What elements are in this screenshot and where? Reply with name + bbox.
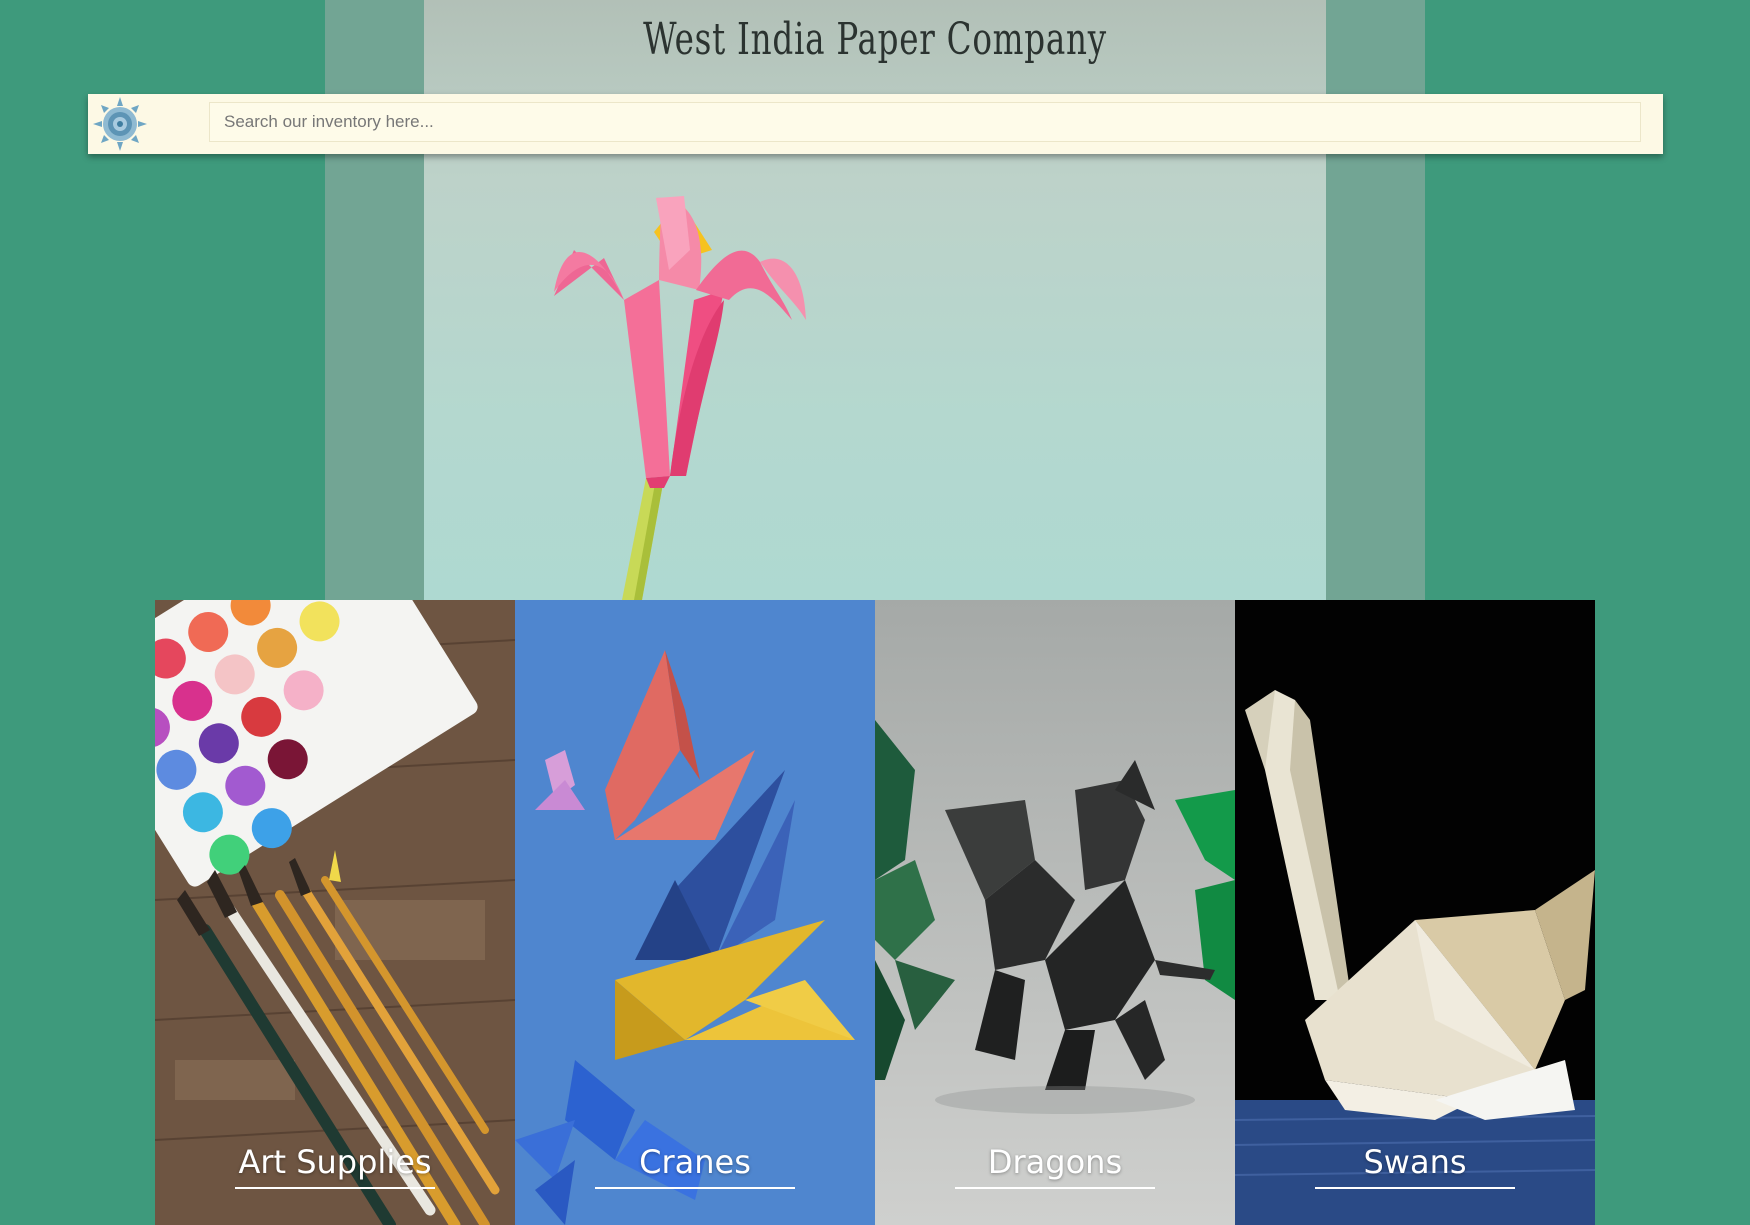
mandala-logo-icon[interactable] — [92, 96, 148, 152]
paint-palette-icon — [155, 600, 515, 1225]
category-label[interactable]: Swans — [1235, 1143, 1595, 1181]
category-label[interactable]: Dragons — [875, 1143, 1235, 1181]
category-underline — [955, 1187, 1155, 1189]
category-label[interactable]: Art Supplies — [155, 1143, 515, 1181]
hero-image — [424, 0, 1326, 600]
search-input[interactable] — [209, 102, 1641, 142]
category-grid: Art Supplies Cranes Dragons Swans — [155, 600, 1595, 1225]
category-tile-cranes[interactable]: Cranes — [515, 600, 875, 1225]
origami-swan-icon — [1235, 600, 1595, 1225]
site-title[interactable]: West India Paper Company — [541, 14, 1208, 65]
category-underline — [235, 1187, 435, 1189]
category-underline — [1315, 1187, 1515, 1189]
category-tile-swans[interactable]: Swans — [1235, 600, 1595, 1225]
category-underline — [595, 1187, 795, 1189]
category-tile-art-supplies[interactable]: Art Supplies — [155, 600, 515, 1225]
search-bar — [88, 94, 1663, 154]
origami-crane-icon — [515, 600, 875, 1225]
category-label[interactable]: Cranes — [515, 1143, 875, 1181]
category-tile-dragons[interactable]: Dragons — [875, 600, 1235, 1225]
origami-lily-icon — [554, 196, 806, 600]
origami-dragon-icon — [875, 600, 1235, 1225]
